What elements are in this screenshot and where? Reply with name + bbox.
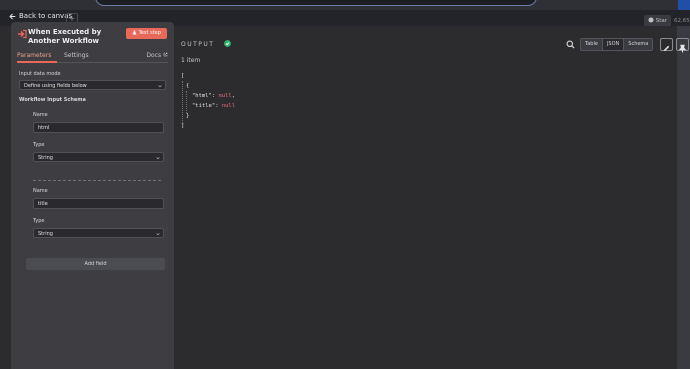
json-row-title: "title": null <box>192 101 235 111</box>
field-2-type-select[interactable]: String <box>33 228 164 238</box>
test-step-label: Test step <box>138 30 161 36</box>
check-circle-icon <box>224 40 231 47</box>
schema-label: Workflow Input Schema <box>19 97 86 103</box>
chevron-down-icon <box>156 157 160 160</box>
json-key-html: "html" <box>192 93 212 99</box>
tab-parameters[interactable]: Parameters <box>17 52 51 59</box>
json-close-brace: } <box>186 113 190 119</box>
field-1-type-select[interactable]: String <box>33 152 164 162</box>
json-indent-guide <box>182 81 183 123</box>
address-bar[interactable] <box>95 0 537 6</box>
corner-indicator <box>678 0 690 10</box>
github-star-label: Star <box>655 18 668 24</box>
pencil-icon <box>663 45 670 52</box>
field-2-type-value: String <box>38 231 53 237</box>
input-mode-label: Input data mode <box>19 71 61 77</box>
node-title: When Executed by Another Workflow <box>28 28 102 45</box>
field-2-type-label: Type <box>33 218 45 224</box>
test-step-button[interactable]: Test step <box>126 28 167 39</box>
field-1-name-value: html <box>38 125 50 131</box>
node-tabs: Parameters Settings Docs <box>17 52 168 63</box>
field-1-name-label: Name <box>33 112 48 118</box>
active-tab-indicator <box>17 61 57 63</box>
view-schema-button[interactable]: Schema <box>623 39 653 50</box>
back-to-canvas-label: Back to canvas <box>19 12 73 20</box>
node-parameters-panel: When Executed by Another Workflow Test s… <box>11 22 174 369</box>
pin-icon <box>678 44 687 53</box>
right-edge-strip <box>677 26 690 369</box>
input-mode-value: Define using fields below <box>24 83 87 89</box>
field-2-name-value: title <box>38 201 48 207</box>
docs-link[interactable]: Docs <box>146 52 168 59</box>
arrow-left-icon <box>9 13 16 19</box>
search-icon[interactable] <box>566 40 575 49</box>
json-row-html: "html": null, <box>192 91 235 101</box>
github-icon <box>648 17 654 23</box>
chevron-down-icon <box>156 233 160 236</box>
json-open-brace: { <box>186 83 190 89</box>
view-json-button[interactable]: JSON <box>601 39 624 50</box>
json-comma: , <box>231 93 236 99</box>
json-key-title: "title" <box>192 103 216 109</box>
view-mode-toggle: Table JSON Schema <box>580 38 654 51</box>
output-label: OUTPUT <box>181 41 215 48</box>
field-divider <box>33 180 161 181</box>
pin-output-button[interactable] <box>676 38 689 53</box>
json-colon: : <box>215 103 219 109</box>
json-open-bracket: [ <box>181 73 185 79</box>
json-close-bracket: ] <box>181 123 185 129</box>
input-mode-select[interactable]: Define using fields below <box>19 80 166 90</box>
sign-in-arrow-icon <box>18 29 27 39</box>
tab-settings[interactable]: Settings <box>64 52 89 59</box>
json-value-title: null <box>221 103 236 109</box>
json-colon: : <box>211 93 216 99</box>
json-indent-guide <box>186 91 187 113</box>
field-1-type-label: Type <box>33 142 45 148</box>
external-link-icon <box>163 52 168 57</box>
edit-output-button[interactable] <box>660 38 673 52</box>
view-table-button[interactable]: Table <box>581 39 602 50</box>
add-field-button[interactable]: Add field <box>26 258 165 270</box>
field-1-name-input[interactable]: html <box>33 122 164 133</box>
field-1-type-value: String <box>38 155 53 161</box>
field-2-name-label: Name <box>33 188 48 194</box>
flask-icon <box>132 30 137 34</box>
back-to-canvas-link[interactable]: Back to canvas <box>9 12 72 20</box>
docs-label: Docs <box>146 52 162 59</box>
chevron-down-icon <box>158 85 162 88</box>
json-value-html: null <box>218 93 232 99</box>
field-2-name-input[interactable]: title <box>33 198 164 209</box>
items-count: 1 item <box>181 57 201 64</box>
